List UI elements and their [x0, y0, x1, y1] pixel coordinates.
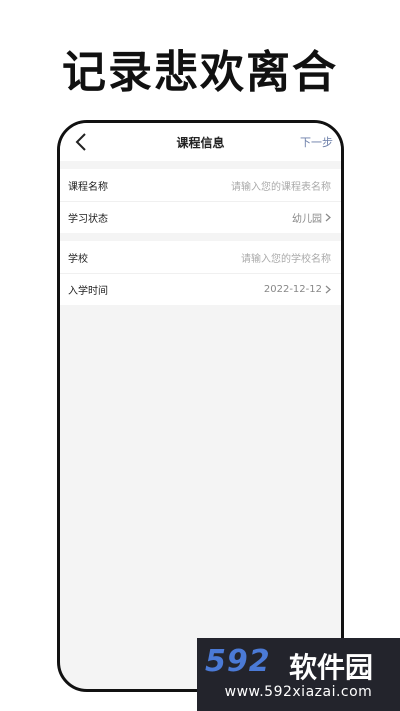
school-row[interactable]: 学校 请输入您的学校名称 [60, 241, 341, 273]
nav-bar: 课程信息 下一步 [60, 123, 341, 161]
enrollment-date-row[interactable]: 入学时间 2022-12-12 [60, 273, 341, 305]
phone-frame: 课程信息 下一步 课程名称 请输入您的课程表名称 学习状态 幼儿园 学校 请输入… [57, 120, 344, 692]
study-status-select[interactable]: 幼儿园 [292, 210, 331, 225]
school-input[interactable]: 请输入您的学校名称 [241, 250, 331, 265]
course-name-input[interactable]: 请输入您的课程表名称 [231, 178, 331, 193]
next-step-button[interactable]: 下一步 [300, 134, 333, 150]
enrollment-date-picker[interactable]: 2022-12-12 [264, 284, 331, 295]
enrollment-date-label: 入学时间 [68, 286, 108, 297]
watermark-number: 592 [205, 644, 271, 679]
watermark-url: www.592xiazai.com [224, 684, 373, 700]
watermark-logo: 592 软件园 www.592xiazai.com [197, 638, 400, 711]
promo-title: 记录悲欢离合 [62, 47, 338, 98]
study-status-value: 幼儿园 [292, 214, 322, 225]
course-name-row[interactable]: 课程名称 请输入您的课程表名称 [60, 169, 341, 201]
page-title: 课程信息 [176, 136, 225, 150]
chevron-right-icon [325, 285, 331, 294]
study-status-row[interactable]: 学习状态 幼儿园 [60, 201, 341, 233]
study-status-label: 学习状态 [68, 214, 108, 225]
form-group-course: 课程名称 请输入您的课程表名称 学习状态 幼儿园 [60, 169, 341, 233]
course-name-label: 课程名称 [68, 181, 108, 193]
watermark-brand: 软件园 [289, 651, 374, 684]
enrollment-date-value: 2022-12-12 [263, 284, 322, 295]
chevron-right-icon [325, 213, 331, 222]
school-label: 学校 [68, 253, 88, 265]
form-group-school: 学校 请输入您的学校名称 入学时间 2022-12-12 [60, 241, 341, 305]
